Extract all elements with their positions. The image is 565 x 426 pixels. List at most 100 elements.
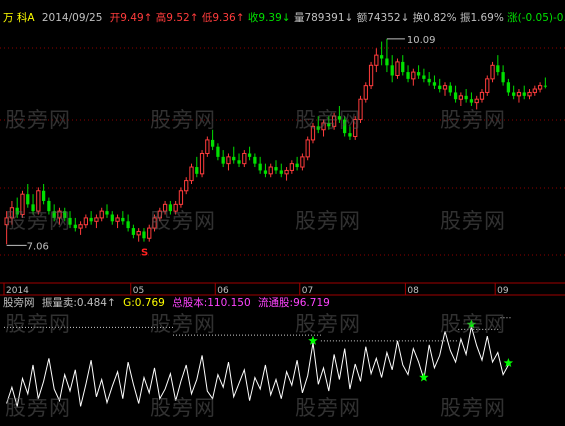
amount-arrow-icon: ↓: [400, 12, 410, 24]
candle-body: [205, 139, 210, 154]
volume-arrow-icon: ↓: [344, 12, 354, 24]
close-label: 收: [247, 12, 259, 24]
indicator-source: 股旁网: [3, 297, 35, 309]
candle-body: [453, 92, 458, 100]
candle-body: [253, 156, 257, 164]
indicator-header: 股旁网 振量卖:0.484↑ G:0.769 总股本:110.150 流通股:9…: [3, 296, 330, 310]
candle-body: [485, 78, 490, 93]
volume-label: 量: [293, 12, 305, 24]
candle-body: [442, 85, 448, 90]
candle-body: [195, 167, 199, 174]
candle-body: [279, 170, 283, 174]
candle-body: [385, 58, 389, 66]
candle-body: [258, 163, 262, 171]
candle-body: [327, 122, 331, 127]
price-header: 万 科A 2014/09/25 开9.49↑ 高9.52↑ 低9.36↑ 收9.…: [3, 11, 565, 25]
x-tick-label: 06: [217, 286, 229, 296]
annotation-sell-signal: S: [141, 248, 148, 259]
candle-body: [379, 55, 384, 59]
candle-body: [184, 180, 189, 192]
candle-body: [152, 217, 157, 229]
candle-body: [232, 156, 236, 161]
candle-body: [432, 82, 437, 86]
candle-body: [131, 228, 136, 235]
candle-body: [522, 92, 526, 96]
signal-star-icon: [419, 372, 429, 382]
volume-value: 789391: [304, 12, 345, 24]
candle-body: [295, 163, 299, 168]
indicator-name: 振量卖: [41, 297, 74, 309]
candle-body: [348, 133, 352, 137]
candle-body: [94, 217, 99, 222]
candle-body: [57, 210, 62, 219]
candle-body: [52, 211, 56, 218]
candle-body: [284, 169, 289, 175]
candle-body: [247, 153, 252, 157]
x-tick-label: 08: [407, 286, 419, 296]
amplitude-value: 1.69%: [470, 12, 504, 24]
candle-body: [331, 115, 337, 127]
candle-body: [36, 190, 41, 212]
candle-body: [516, 91, 522, 97]
candle-body: [512, 92, 516, 96]
candle-body: [173, 203, 178, 212]
candle-body: [358, 98, 363, 121]
candle-body: [105, 211, 109, 215]
candle-body: [427, 78, 431, 83]
candle-body: [316, 126, 320, 130]
candle-body: [157, 210, 162, 219]
indicator-value: :0.484: [73, 297, 107, 309]
stock-name: 万 科A: [3, 12, 35, 24]
candle-body: [289, 163, 294, 171]
candle-body: [99, 210, 104, 219]
candle-body: [401, 61, 405, 73]
open-label: 开: [109, 12, 121, 24]
candle-body: [237, 160, 241, 164]
candle-body: [126, 221, 130, 229]
candle-body: [411, 71, 416, 80]
amplitude-label: 振: [459, 12, 471, 24]
candle-body: [78, 224, 83, 229]
date: 2014/09/25: [41, 12, 103, 24]
candle-body: [343, 119, 347, 134]
candle-body: [490, 64, 495, 80]
candle-body: [162, 203, 168, 212]
candle-body: [26, 194, 30, 205]
candle-body: [310, 125, 316, 141]
g-value: 0.769: [134, 297, 165, 309]
g-label: G:: [123, 297, 135, 309]
candle-body: [63, 211, 67, 218]
candle-body: [68, 217, 72, 225]
candle-body: [416, 72, 421, 76]
candle-body: [147, 227, 152, 239]
candle-body: [189, 166, 194, 182]
candle-body: [15, 207, 19, 215]
candle-body: [41, 190, 46, 201]
candle-body: [263, 170, 268, 174]
candle-body: [20, 193, 25, 216]
open-arrow-icon: ↑: [143, 12, 153, 24]
candle-body: [501, 72, 505, 83]
chart-canvas: 2014 05 06 07 08 09 10.09 7.06 S: [0, 35, 565, 407]
candle-body: [422, 75, 426, 79]
x-tick-label: 05: [133, 286, 144, 296]
total-shares-label: 总股本:: [172, 297, 208, 309]
candle-body: [115, 217, 120, 222]
float-shares-label: 流通股:: [258, 297, 294, 309]
candle-body: [458, 95, 463, 100]
x-tick-label: 09: [497, 286, 509, 296]
candle-body: [242, 152, 247, 165]
candle-body: [110, 214, 114, 222]
candle-body: [363, 85, 368, 100]
candle-body: [506, 82, 511, 93]
candle-body: [448, 85, 452, 93]
annotation-high: 10.09: [407, 35, 436, 46]
candle-body: [31, 204, 35, 212]
candle-body: [532, 88, 537, 93]
low-value: 9.36: [212, 12, 236, 24]
candle-body: [406, 72, 410, 79]
close-arrow-icon: ↓: [281, 12, 291, 24]
candle-body: [178, 190, 184, 205]
amount-label: 额: [356, 12, 368, 24]
candle-body: [537, 85, 543, 90]
